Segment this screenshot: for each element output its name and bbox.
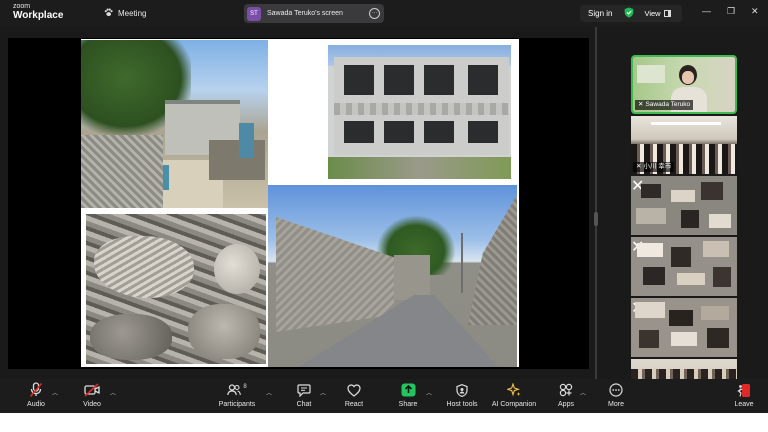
- sparkle-icon: [488, 382, 540, 398]
- leave-label: Leave: [734, 401, 754, 408]
- view-button[interactable]: View: [644, 9, 660, 18]
- video-label: Video: [83, 401, 101, 408]
- chat-button[interactable]: Chat: [290, 382, 318, 408]
- video-tile-pixelated[interactable]: ✕: [631, 176, 737, 235]
- sign-in-button[interactable]: Sign in: [588, 9, 612, 18]
- header-controls: Sign in View: [580, 5, 682, 22]
- ai-companion-label: AI Companion: [491, 401, 537, 408]
- react-button[interactable]: React: [340, 382, 368, 408]
- chat-label: Chat: [296, 401, 312, 408]
- chat-options-chevron-icon[interactable]: ︿: [320, 388, 326, 397]
- panel-divider[interactable]: [595, 27, 597, 379]
- apps-options-chevron-icon[interactable]: ︿: [580, 388, 586, 397]
- leave-door-icon: [730, 382, 758, 398]
- photo-coral-wall-alley: [81, 40, 268, 208]
- video-tile-pixelated[interactable]: ✕: [631, 237, 737, 296]
- photo-building-frame: [322, 40, 517, 185]
- participant-name: Sawada Teruko: [645, 101, 691, 108]
- participants-label: Participants: [218, 401, 256, 408]
- audio-button[interactable]: Audio: [22, 382, 50, 408]
- share-label: Share: [398, 401, 418, 408]
- presenter-avatar: ST: [247, 6, 261, 21]
- video-tile-pixelated[interactable]: ✕: [631, 298, 737, 357]
- apps-button[interactable]: Apps: [552, 382, 580, 408]
- meeting-toolbar: Audio ︿ Video ︿ 8 Participants ︿ Chat ︿: [0, 379, 768, 413]
- leave-button[interactable]: Leave: [730, 382, 758, 408]
- share-button[interactable]: Share: [394, 382, 422, 408]
- restore-icon[interactable]: ❐: [727, 7, 735, 16]
- close-icon[interactable]: ✕: [751, 7, 759, 16]
- heart-icon: [340, 382, 368, 398]
- mic-muted-icon: [22, 382, 50, 398]
- share-screen-icon: [394, 382, 422, 398]
- participants-options-chevron-icon[interactable]: ︿: [266, 388, 272, 397]
- apps-label: Apps: [558, 401, 574, 408]
- video-off-icon: [78, 382, 106, 398]
- photo-coral-stone-closeup: [86, 214, 266, 364]
- mic-muted-icon: ✕: [638, 101, 644, 108]
- meeting-menu[interactable]: Meeting: [104, 8, 146, 19]
- more-options-icon[interactable]: ···: [369, 8, 380, 19]
- shield-icon: [442, 382, 482, 398]
- logo-top: zoom: [13, 3, 31, 10]
- host-tools-button[interactable]: Host tools: [442, 382, 482, 408]
- video-button[interactable]: Video: [78, 382, 106, 408]
- photo-street-walls: [268, 185, 517, 367]
- divider-handle[interactable]: [594, 212, 598, 226]
- react-label: React: [344, 401, 364, 408]
- paw-icon: [104, 8, 113, 19]
- screen-share-indicator[interactable]: ST Sawada Teruko's screen ···: [244, 4, 384, 23]
- audio-options-chevron-icon[interactable]: ︿: [52, 388, 58, 397]
- screen-bottom-margin: [0, 413, 768, 432]
- chat-bubble-icon: [290, 382, 318, 398]
- video-options-chevron-icon[interactable]: ︿: [110, 388, 116, 397]
- participants-icon: 8: [214, 382, 260, 398]
- audio-label: Audio: [27, 401, 45, 408]
- participant-name-tag: ✕ Sawada Teruko: [635, 100, 694, 110]
- more-dots-icon: [602, 382, 630, 398]
- title-bar: zoom Workplace Meeting ST Sawada Teruko'…: [0, 0, 768, 27]
- view-layout-icon[interactable]: [663, 10, 671, 17]
- meeting-label: Meeting: [118, 9, 147, 18]
- participant-name: 小川 幸市: [643, 163, 672, 170]
- zoom-window: zoom Workplace Meeting ST Sawada Teruko'…: [0, 0, 768, 413]
- participants-button[interactable]: 8 Participants: [214, 382, 260, 408]
- encryption-shield-icon[interactable]: [624, 5, 634, 23]
- share-options-chevron-icon[interactable]: ︿: [426, 388, 432, 397]
- ai-companion-button[interactable]: AI Companion: [488, 382, 540, 408]
- logo-bottom: Workplace: [13, 10, 64, 21]
- more-button[interactable]: More: [602, 382, 630, 408]
- zoom-logo: zoom Workplace: [13, 3, 63, 21]
- participants-count: 8: [243, 384, 247, 390]
- more-label: More: [608, 401, 624, 408]
- screen-share-title: Sawada Teruko's screen: [267, 10, 343, 17]
- video-tile[interactable]: ✕ 小川 幸市: [631, 116, 737, 174]
- mic-muted-icon: ✕: [636, 163, 642, 170]
- participant-name-tag: ✕ 小川 幸市: [633, 162, 675, 172]
- minimize-icon[interactable]: —: [702, 7, 711, 16]
- apps-icon: [552, 382, 580, 398]
- host-tools-label: Host tools: [446, 401, 478, 408]
- video-tile-active-speaker[interactable]: ✕ Sawada Teruko: [631, 55, 737, 114]
